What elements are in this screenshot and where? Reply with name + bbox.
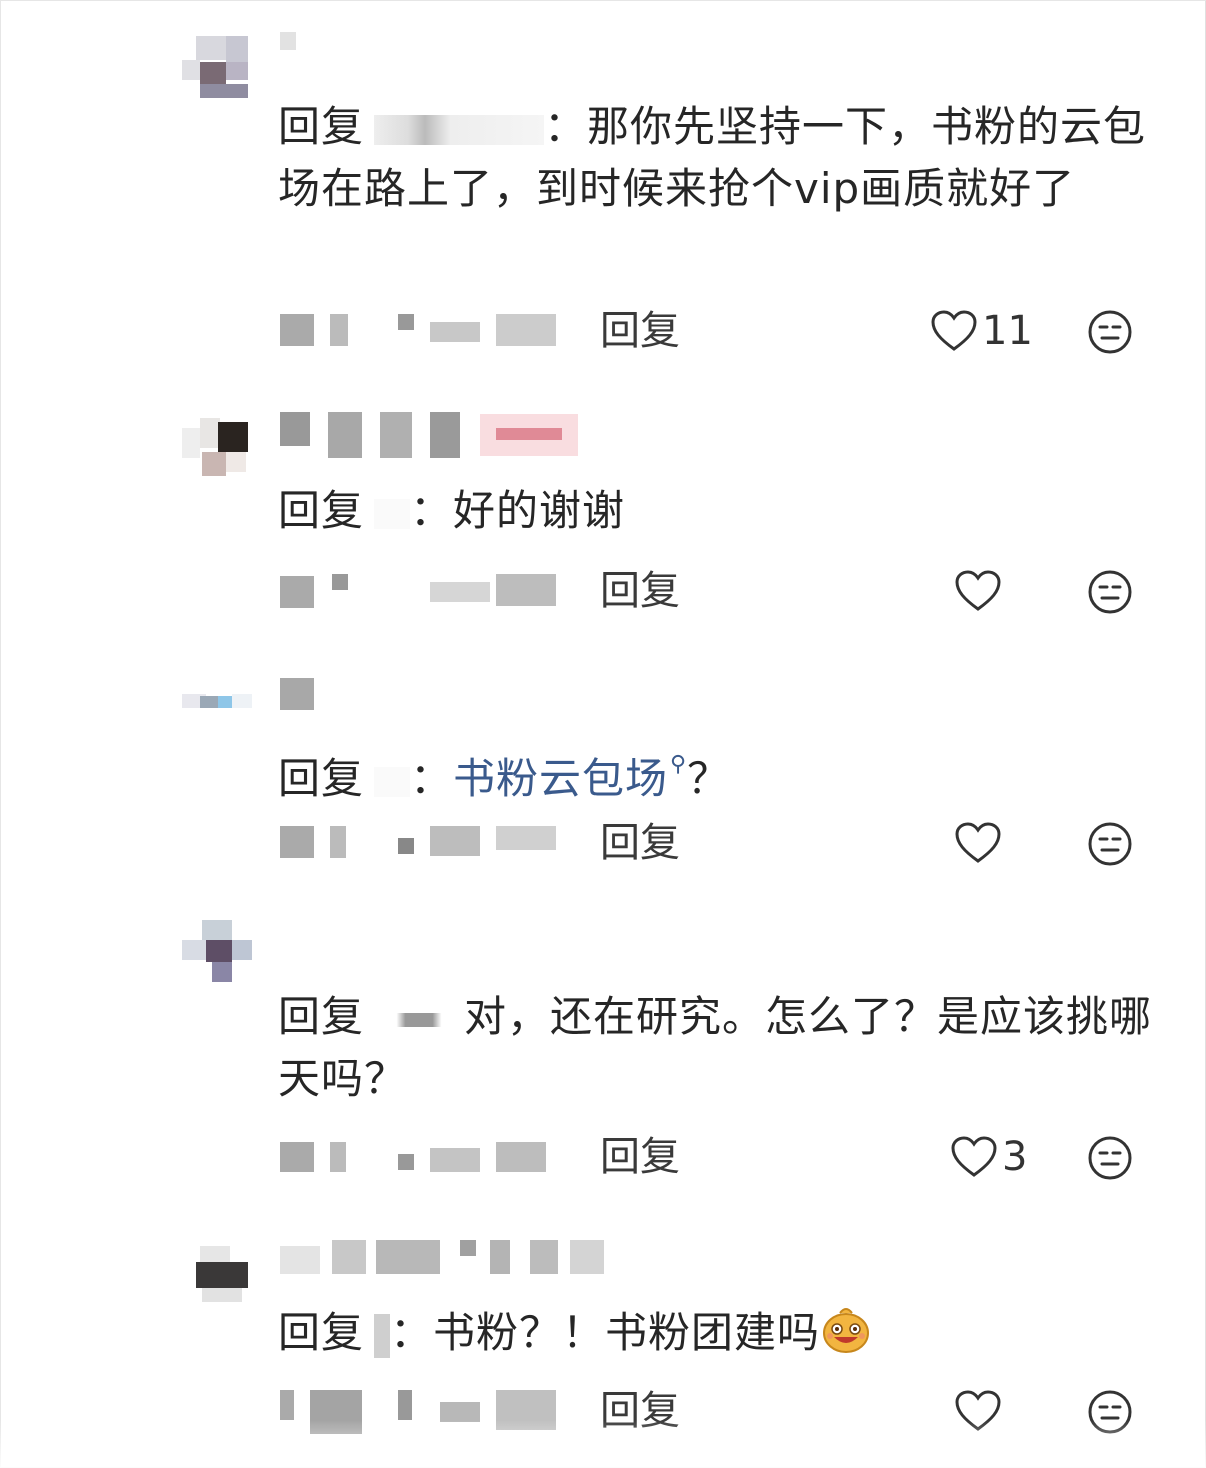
separator: ： xyxy=(410,754,454,803)
reply-button[interactable]: 回复 xyxy=(600,1388,680,1434)
reply-button[interactable]: 回复 xyxy=(600,820,680,866)
comment-meta: 回复 3 xyxy=(280,1134,1160,1184)
comment-text: 回复 ：好的谢谢 xyxy=(278,480,1163,542)
username-blurred[interactable] xyxy=(280,1240,620,1280)
dislike-face-icon xyxy=(1088,310,1132,354)
separator: ： xyxy=(544,102,588,151)
reply-prefix: 回复 xyxy=(278,1308,365,1357)
timestamp-blurred xyxy=(280,568,570,614)
comment-meta: 回复 11 xyxy=(280,308,1160,358)
comment-meta: 回复 xyxy=(280,1388,1160,1438)
reply-prefix: 回复 xyxy=(278,754,365,803)
heart-outline-icon xyxy=(951,1136,997,1177)
comment-body: 好的谢谢 xyxy=(453,486,626,535)
comment-body: 书粉？！书粉团建吗 xyxy=(433,1308,821,1357)
timestamp-blurred xyxy=(280,308,570,354)
mention-blurred[interactable] xyxy=(374,1012,465,1027)
username-blurred[interactable] xyxy=(280,30,310,70)
avatar[interactable] xyxy=(182,1236,264,1306)
like-button[interactable]: 11 xyxy=(930,308,1033,354)
comment-meta: 回复 xyxy=(280,568,1160,618)
mention-blurred[interactable] xyxy=(374,1313,391,1358)
comment-text: 回复 ：书粉？！书粉团建吗 xyxy=(278,1302,1163,1364)
mention-blurred[interactable] xyxy=(374,114,545,145)
username-blurred[interactable] xyxy=(280,676,320,716)
heart-outline-icon xyxy=(955,822,1001,863)
dislike-face-icon xyxy=(1088,570,1132,614)
like-button[interactable] xyxy=(954,568,1006,614)
topic-link[interactable]: 书粉云包场 xyxy=(453,754,668,803)
dislike-face-icon xyxy=(1088,822,1132,866)
like-count: 3 xyxy=(1002,1134,1028,1180)
like-button[interactable] xyxy=(954,820,1006,866)
comment-text: 回复 对，还在研究。怎么了？是应该挑哪天吗？ xyxy=(278,986,1163,1110)
reply-button[interactable]: 回复 xyxy=(600,1134,680,1180)
dislike-button[interactable] xyxy=(1086,820,1134,866)
avatar[interactable] xyxy=(182,660,264,730)
comment-text: 回复 ：那你先坚持一下，书粉的云包场在路上了，到时候来抢个vip画质就好了 xyxy=(278,96,1163,220)
reply-button[interactable]: 回复 xyxy=(600,568,680,614)
timestamp-blurred xyxy=(280,1388,570,1434)
dislike-face-icon xyxy=(1088,1136,1132,1180)
comment-meta: 回复 xyxy=(280,820,1160,870)
reply-prefix: 回复 xyxy=(278,992,365,1041)
comment-text: 回复 ：书粉云包场⚲？ xyxy=(278,734,1163,810)
grin-emoji xyxy=(823,1308,870,1353)
reply-button[interactable]: 回复 xyxy=(600,308,680,354)
heart-outline-icon xyxy=(931,310,977,351)
mention-blurred[interactable] xyxy=(374,498,411,529)
like-button[interactable] xyxy=(954,1388,1006,1434)
reply-prefix: 回复 xyxy=(278,486,365,535)
timestamp-blurred xyxy=(280,1134,570,1180)
separator: ： xyxy=(410,486,454,535)
comment-body: 对，还在研究。怎么了？是应该挑哪天吗？ xyxy=(278,992,1153,1103)
dislike-button[interactable] xyxy=(1086,1134,1134,1180)
like-count: 11 xyxy=(982,308,1033,354)
username-blurred[interactable] xyxy=(280,412,580,458)
search-icon[interactable]: ⚲ xyxy=(670,752,687,777)
reply-prefix: 回复 xyxy=(278,102,365,151)
dislike-button[interactable] xyxy=(1086,1388,1134,1434)
heart-outline-icon xyxy=(955,570,1001,611)
comment-body: ？ xyxy=(687,754,731,803)
timestamp-blurred xyxy=(280,820,570,866)
avatar[interactable] xyxy=(182,30,264,100)
like-button[interactable]: 3 xyxy=(950,1134,1027,1180)
dislike-button[interactable] xyxy=(1086,568,1134,614)
avatar[interactable] xyxy=(182,408,264,478)
dislike-face-icon xyxy=(1088,1390,1132,1434)
avatar[interactable] xyxy=(182,910,264,982)
dislike-button[interactable] xyxy=(1086,308,1134,354)
mention-blurred[interactable] xyxy=(374,766,411,797)
separator: ： xyxy=(390,1308,434,1357)
heart-outline-icon xyxy=(955,1390,1001,1431)
